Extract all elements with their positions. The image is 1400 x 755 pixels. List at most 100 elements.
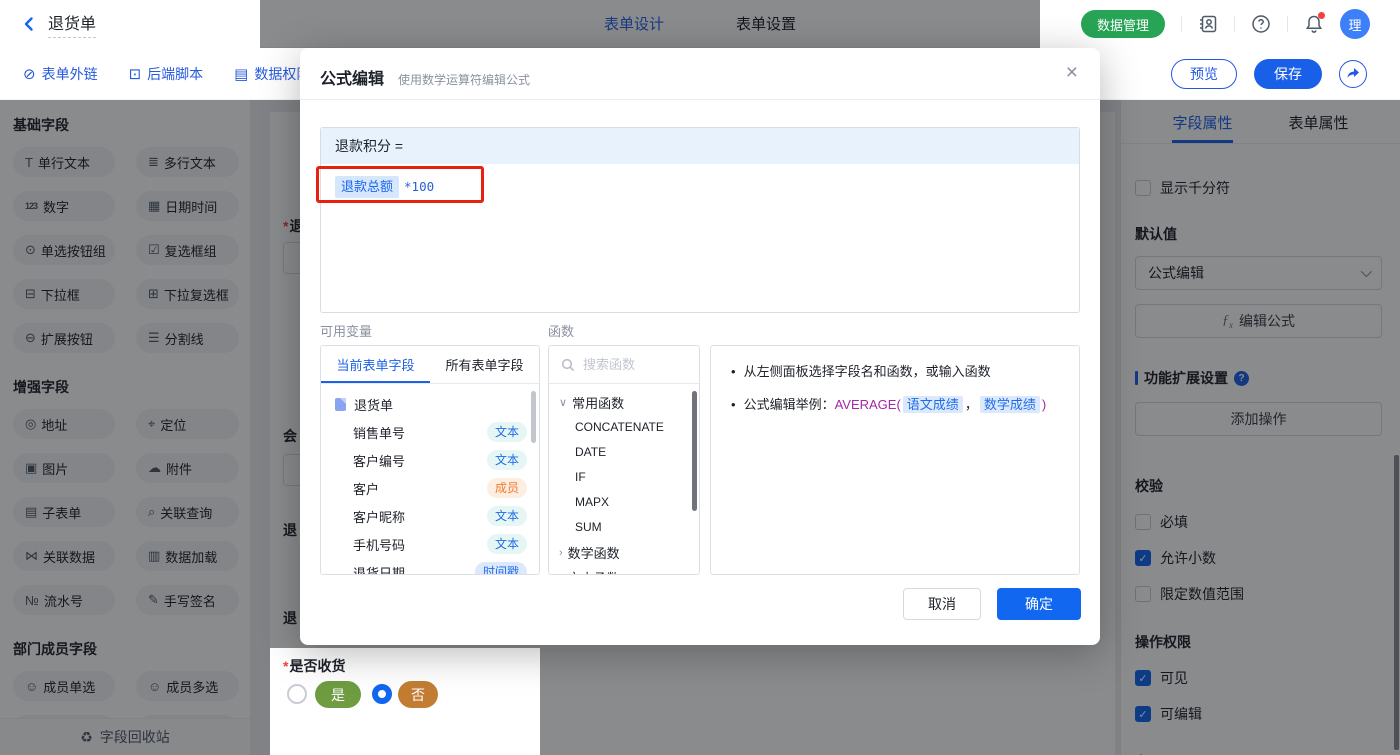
type-badge: 文本 [486,450,527,470]
help-text: 从左侧面板选择字段名和函数，或输入函数 [743,364,991,379]
address-book-icon[interactable] [1198,14,1218,34]
share-button[interactable] [1339,60,1367,88]
variables-label: 可用变量 [320,324,373,339]
example-function: AVERAGE( [834,397,901,412]
variable-row[interactable]: 手机号码 文本 [321,530,539,558]
page-title[interactable]: 退货单 [48,10,97,38]
divider [1287,16,1288,32]
modal-footer: 取消 确定 [903,588,1081,620]
toolbar-actions: 预览 保存 [1171,48,1400,100]
example-field-chip: 语文成绩 [902,396,963,413]
example-comma: ， [964,397,978,412]
variable-name: 手机号码 [353,537,406,553]
close-icon[interactable]: × [1066,62,1078,83]
modal-subtitle: 使用数学运算符编辑公式 [398,73,531,87]
document-icon [335,397,346,411]
variable-name: 销售单号 [353,425,406,441]
backend-script-button[interactable]: ⊡ 后端脚本 [129,64,204,84]
formula-expression[interactable]: *100 [404,179,434,194]
example-prefix: 公式编辑举例： [743,397,835,412]
function-item[interactable]: DATE [549,440,699,465]
function-search-row [549,346,699,384]
formula-expression-area[interactable]: 退款总额 *100 [321,164,1079,210]
caret-right-icon: › [559,572,563,575]
help-line-2: • 公式编辑举例：AVERAGE(语文成绩，数学成绩) [731,395,1059,415]
confirm-button[interactable]: 确定 [997,588,1081,620]
group-common-functions[interactable]: ∨ 常用函数 [549,390,699,415]
type-badge: 时间戳 [474,562,527,574]
caret-right-icon: › [559,546,563,559]
help-body: • 从左侧面板选择字段名和函数，或输入函数 • 公式编辑举例：AVERAGE(语… [711,346,1079,444]
notification-dot [1318,12,1325,19]
variable-row[interactable]: 客户昵称 文本 [321,502,539,530]
data-permission-button[interactable]: ▤ 数据权限 [234,64,310,84]
option-yes-badge[interactable]: 是 [315,681,361,708]
external-link-button[interactable]: ⊘ 表单外链 [23,64,98,84]
bullet-icon: • [731,397,736,412]
notification-bell-icon[interactable] [1304,12,1325,34]
bullet-icon: • [731,364,736,379]
data-manage-button[interactable]: 数据管理 [1080,10,1165,38]
variables-panel: 当前表单字段 所有表单字段 退货单 销售单号 文本 客户编号 文本 客户 成员 客户昵… [320,345,540,575]
function-item[interactable]: MAPX [549,490,699,515]
variable-name: 退货日期 [353,565,406,575]
variable-row[interactable]: 客户编号 文本 [321,446,539,474]
variable-row[interactable]: 退货日期 时间戳 [321,558,539,575]
link-label: 表单外链 [41,65,98,82]
search-icon [561,358,575,371]
type-badge: 文本 [486,422,527,442]
divider [1234,16,1235,32]
share-arrow-icon [1347,68,1359,78]
function-item[interactable]: IF [549,465,699,490]
type-badge: 文本 [486,534,527,554]
type-badge: 文本 [486,506,527,526]
form-designer-app: 表单设计 表单设置 基础字段 T 单行文本 ≣ 多行文本 123 数字 ▦ 日期时间 ⊙… [0,0,1400,755]
tab-all-form-fields[interactable]: 所有表单字段 [430,346,539,383]
variable-name: 客户编号 [353,453,406,469]
shipping-field-block[interactable]: *是否收货 是 否 [270,648,540,755]
link-icon: ⊘ [23,65,36,83]
help-icon[interactable] [1251,14,1271,34]
example-field-chip: 数学成绩 [979,396,1040,413]
formula-editor-box[interactable]: 退款积分 = 退款总额 *100 [320,127,1080,313]
tab-current-form-fields[interactable]: 当前表单字段 [321,346,430,383]
help-line-1: • 从左侧面板选择字段名和函数，或输入函数 [731,362,1059,382]
user-avatar[interactable]: 理 [1340,9,1370,39]
group-math-functions[interactable]: › 数学函数 [549,540,699,565]
group-text-functions[interactable]: › 文本函数 [549,565,699,575]
variable-row[interactable]: 客户 成员 [321,474,539,502]
formula-target-band: 退款积分 = [321,128,1079,164]
form-tree-root[interactable]: 退货单 [321,390,539,418]
required-asterisk: * [283,658,289,674]
link-label: 后端脚本 [147,65,204,82]
field-chip[interactable]: 退款总额 [335,176,400,198]
modal-header: 公式编辑 使用数学运算符编辑公式 [300,48,1100,100]
variable-row[interactable]: 销售单号 文本 [321,418,539,446]
preview-button[interactable]: 预览 [1171,59,1237,89]
example-close-paren: ) [1041,397,1047,412]
shipping-field-label: *是否收货 [283,656,345,676]
variables-scrollbar[interactable] [531,391,536,443]
functions-label: 函数 [548,324,575,339]
cancel-button[interactable]: 取消 [903,588,981,620]
divider [1181,16,1182,32]
functions-scrollbar[interactable] [692,391,697,511]
radio-no-checked[interactable] [372,684,392,704]
radio-yes-unchecked[interactable] [287,684,307,704]
navbar-right-group: 数据管理 理 [1040,0,1400,48]
functions-panel: ∨ 常用函数 CONCATENATE DATE IF MAPX SUM › 数学函数… [548,345,700,575]
function-item[interactable]: SUM [549,515,699,540]
back-icon[interactable] [20,15,38,33]
help-panel: • 从左侧面板选择字段名和函数，或输入函数 • 公式编辑举例：AVERAGE(语… [710,345,1080,575]
group-label: 常用函数 [572,396,625,411]
function-item[interactable]: CONCATENATE [549,415,699,440]
type-badge: 成员 [486,478,527,498]
group-label: 数学函数 [567,546,620,561]
group-label: 文本函数 [568,568,620,574]
formula-editor-modal: 公式编辑 使用数学运算符编辑公式 × 退款积分 = 退款总额 *100 可用变量 … [300,48,1100,645]
save-button[interactable]: 保存 [1254,59,1322,89]
variables-tabs: 当前表单字段 所有表单字段 [321,346,539,384]
function-search-input[interactable] [583,357,683,372]
toolbar-links: ⊘ 表单外链 ⊡ 后端脚本 ▤ 数据权限 [0,64,310,84]
option-no-badge[interactable]: 否 [398,681,438,708]
